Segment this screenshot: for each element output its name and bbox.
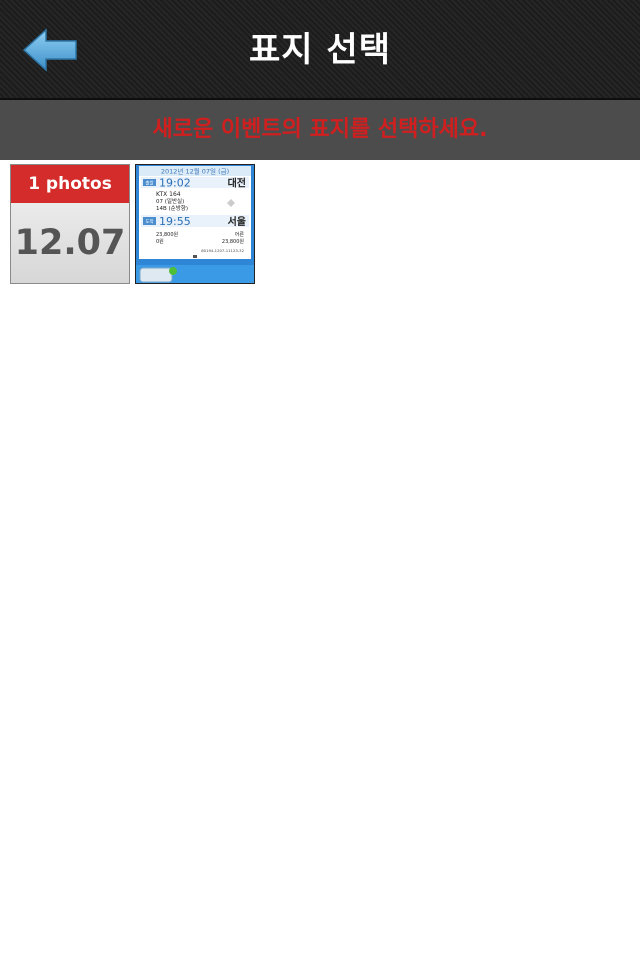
arrive-time: 19:55 [159,215,191,228]
train-number: KTX 164 [156,191,181,198]
photo-thumbnail[interactable]: 2012년 12월 07일 (금) 출발 19:02 대전 KTX 164 07… [135,164,255,284]
navigation-bar: 표지 선택 [0,0,640,100]
arrive-badge: 도착 [145,218,153,225]
ticket-screenshot-image: 2012년 12월 07일 (금) 출발 19:02 대전 KTX 164 07… [136,165,254,283]
discount-amount: 0원 [156,238,164,245]
instruction-banner: 새로운 이벤트의 표지를 선택하세요. [0,100,640,160]
event-date-tile[interactable]: 1 photos 12.07 [10,164,130,284]
ticket-date: 2012년 12월 07일 (금) [161,167,229,176]
seat-number: 14B (순방향) [156,204,188,212]
depart-city: 대전 [228,177,246,190]
passenger-type: 어른 [235,231,245,238]
depart-badge: 출발 [145,180,153,187]
depart-time: 19:02 [159,177,191,190]
ticket-serial: 80194-1207-11123-32 [201,248,244,253]
arrive-city: 서울 [228,215,246,228]
total-amount: 23,800원 [222,238,244,245]
page-title: 표지 선택 [249,30,391,70]
fare-amount: 23,800원 [156,231,178,238]
event-date: 12.07 [14,223,126,263]
car-number: 07 (일반실) [156,197,184,205]
photo-count-label: 1 photos [11,165,129,203]
